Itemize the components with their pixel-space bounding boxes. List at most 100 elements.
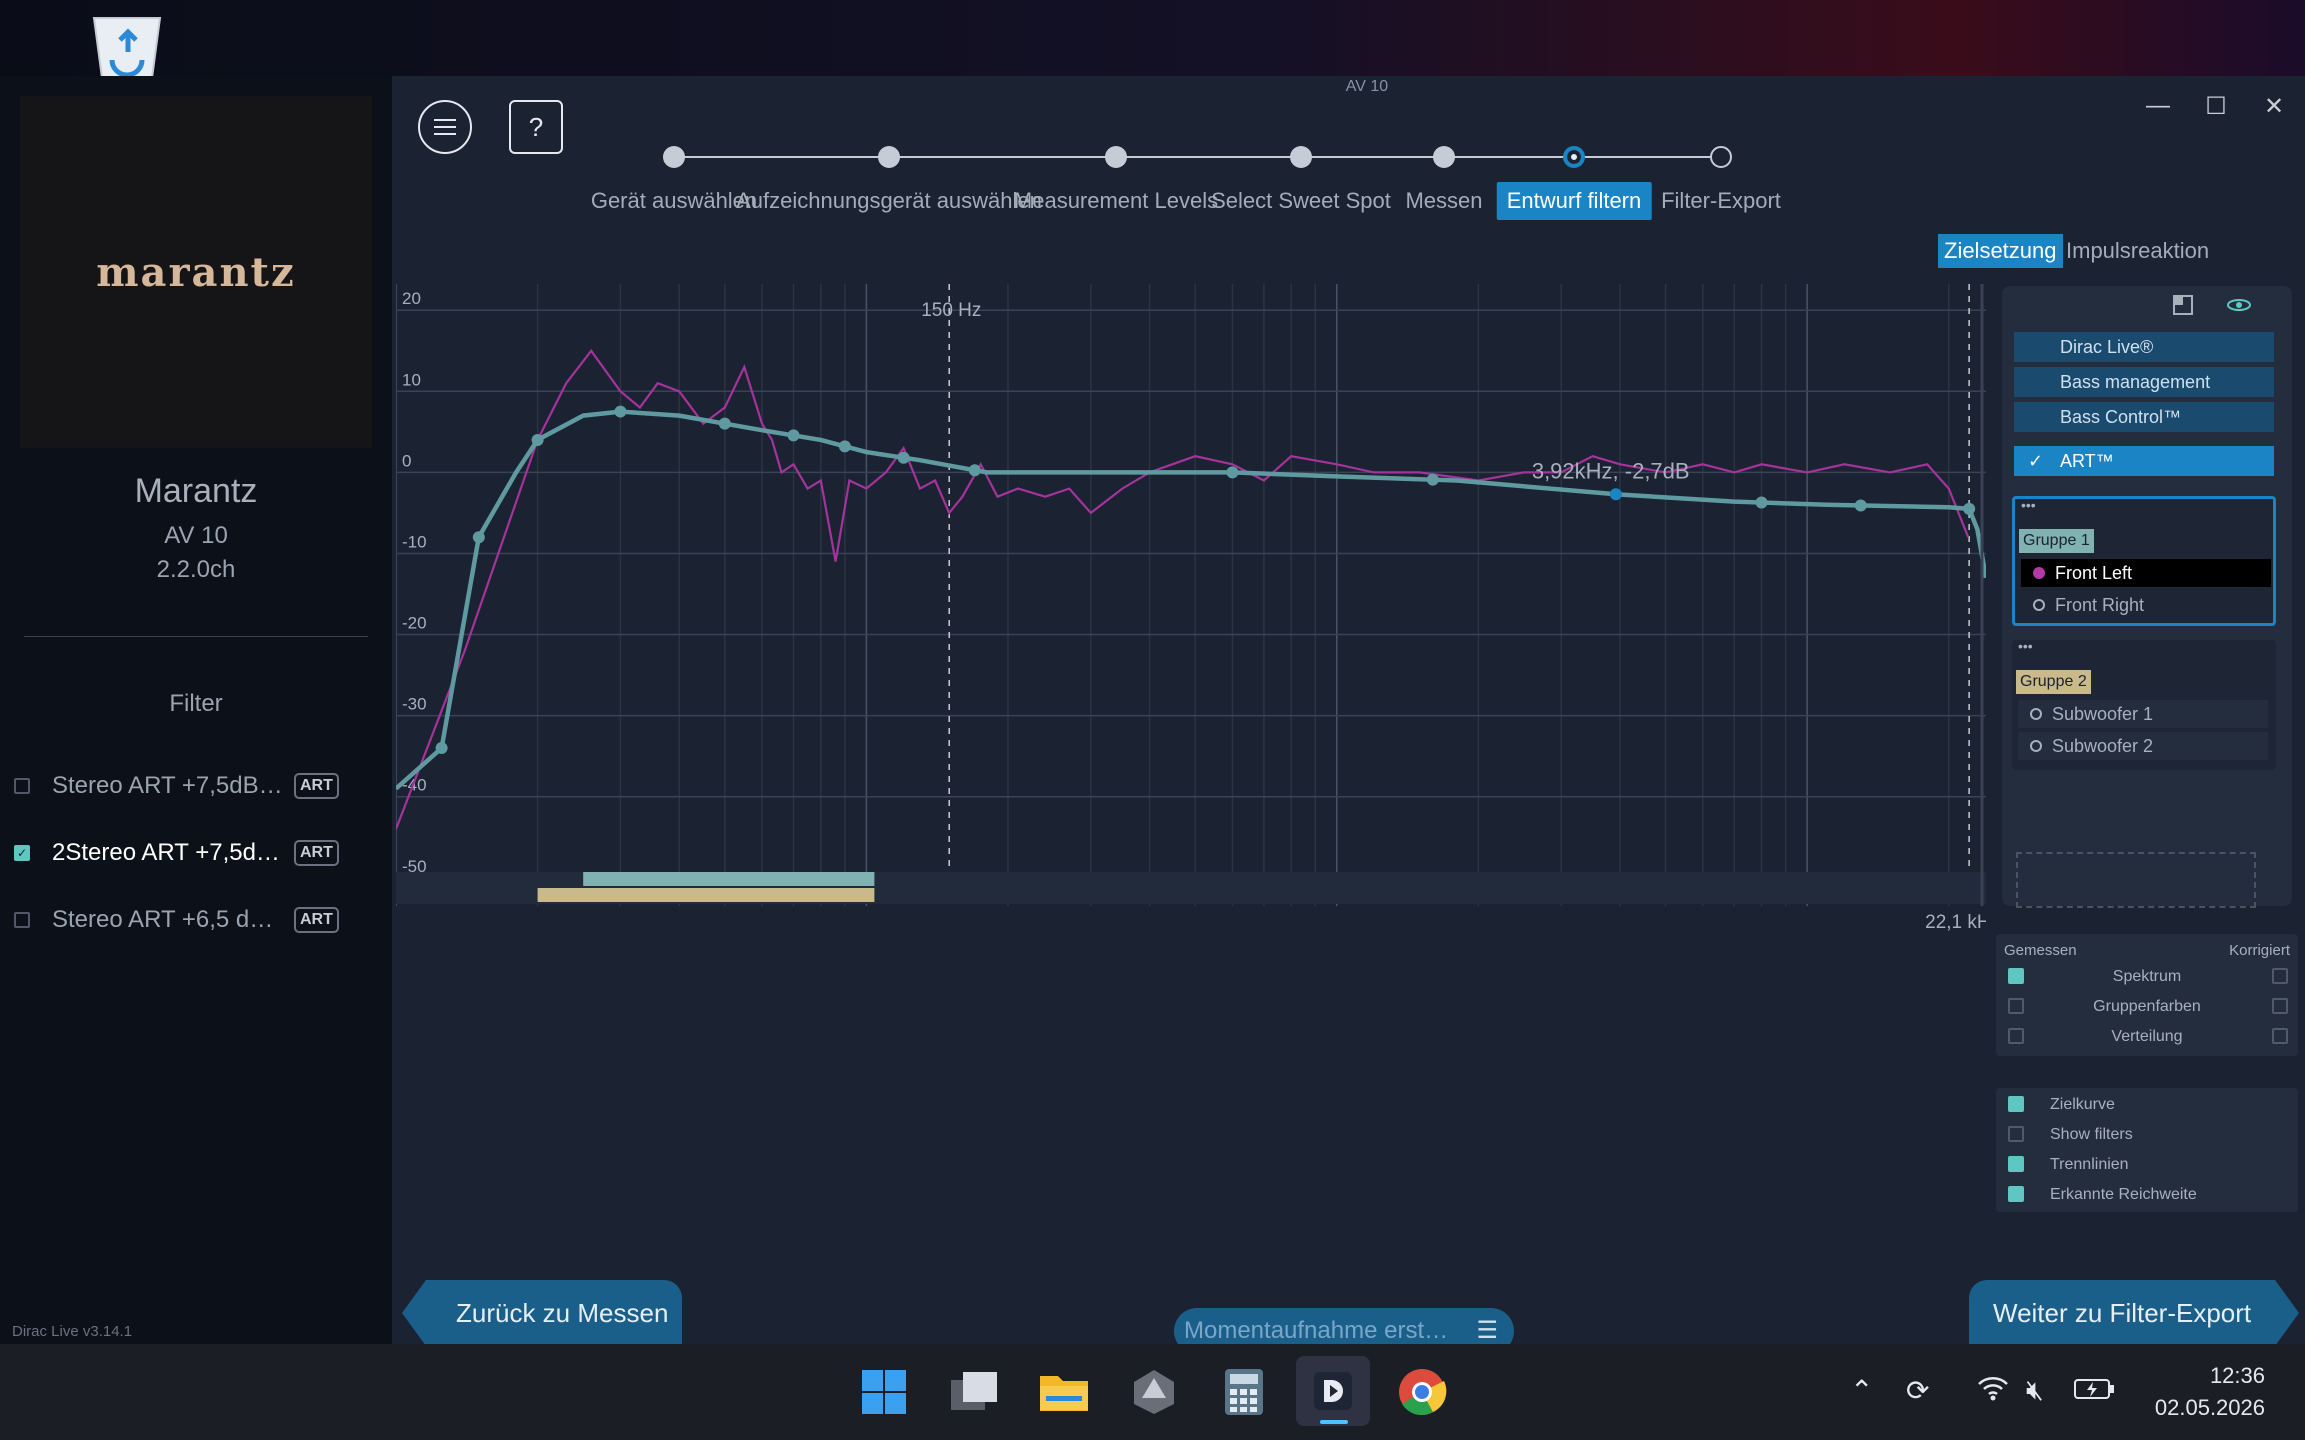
close-icon[interactable]: ✕ (2254, 86, 2294, 126)
step-label[interactable]: Entwurf filtern (1496, 182, 1652, 220)
target-control-point (435, 742, 448, 755)
step-label[interactable]: Filter-Export (1661, 188, 1781, 214)
filter-item-selected[interactable]: ✓ 2Stereo ART +7,5d… ART (14, 833, 344, 873)
recycle-bin-icon[interactable] (82, 6, 172, 80)
speaker-subwoofer-2[interactable]: Subwoofer 2 (2018, 732, 2268, 760)
group-menu-dots[interactable]: ••• (2018, 638, 2033, 654)
dirac-live-button[interactable]: Dirac Live® (2014, 332, 2274, 362)
toggle-erkannte-reichweite[interactable]: Erkannte Reichweite (1996, 1186, 2298, 1210)
list-add-icon[interactable]: ☰ (1476, 1308, 1498, 1344)
device-channels: 2.2.0ch (156, 556, 236, 583)
group-1[interactable]: ••• Gruppe 1 Front Left Front Right (2012, 496, 2276, 626)
clock[interactable]: 12:36 02.05.2026 (2155, 1360, 2265, 1424)
target-control-point (1854, 499, 1867, 512)
option-label: Spektrum (2112, 968, 2182, 985)
filter-label: Stereo ART +6,5 d… (52, 906, 274, 933)
step-dot[interactable] (1105, 146, 1127, 168)
file-explorer-icon[interactable] (1036, 1364, 1092, 1420)
dirac-live-icon[interactable] (1296, 1356, 1370, 1426)
app-logo-icon[interactable] (1126, 1364, 1182, 1420)
eye-icon[interactable] (2226, 294, 2252, 321)
speaker-front-right[interactable]: Front Right (2021, 591, 2271, 619)
toggle-checkbox[interactable] (2008, 1156, 2024, 1172)
snapshot-button[interactable]: Momentaufnahme erst… ☰ (1174, 1308, 1514, 1344)
target-control-point (897, 451, 910, 464)
measured-label: Gemessen (2004, 942, 2077, 959)
sidebar-divider (24, 636, 368, 637)
group-2[interactable]: ••• Gruppe 2 Subwoofer 1 Subwoofer 2 (2012, 638, 2276, 770)
step-dot[interactable] (1710, 146, 1732, 168)
sync-icon[interactable]: ⟳ (1906, 1374, 1929, 1407)
toggle-zielkurve[interactable]: Zielkurve (1996, 1096, 2298, 1120)
target-control-point (1609, 488, 1622, 501)
bass-control-button[interactable]: Bass Control™ (2014, 402, 2274, 432)
group-2-tag: Gruppe 2 (2016, 670, 2091, 694)
option-spektrum[interactable]: Spektrum (1996, 968, 2298, 992)
toggle-checkbox[interactable] (2008, 1186, 2024, 1202)
step-label[interactable]: Messen (1405, 188, 1482, 214)
step-dot[interactable] (663, 146, 685, 168)
layout-icon[interactable] (2172, 294, 2194, 321)
menu-button[interactable] (418, 100, 472, 154)
corrected-label: Korrigiert (2229, 942, 2290, 959)
empty-group-dropzone[interactable] (2016, 852, 2256, 908)
speaker-subwoofer-1[interactable]: Subwoofer 1 (2018, 700, 2268, 728)
tab-zielsetzung[interactable]: Zielsetzung (1938, 234, 2063, 268)
wifi-icon[interactable] (1976, 1374, 2010, 1409)
help-button[interactable]: ? (509, 100, 563, 154)
chrome-icon[interactable] (1394, 1364, 1450, 1420)
speaker-label: Subwoofer 2 (2052, 735, 2154, 756)
range-bar-group-2 (537, 888, 875, 902)
chevron-up-icon[interactable]: ⌃ (1850, 1374, 1873, 1407)
maximize-icon[interactable]: ☐ (2196, 86, 2236, 126)
volume-muted-icon[interactable]: 🔇︎ (2026, 1374, 2044, 1407)
filter-item[interactable]: Stereo ART +6,5 d… ART (14, 900, 344, 940)
option-verteilung[interactable]: Verteilung (1996, 1028, 2298, 1052)
back-button[interactable]: Zurück zu Messen (402, 1280, 682, 1344)
option-gruppenfarben[interactable]: Gruppenfarben (1996, 998, 2298, 1022)
clock-date: 02.05.2026 (2154, 1395, 2265, 1420)
corrected-checkbox[interactable] (2272, 968, 2288, 984)
art-button[interactable]: ✓ ART™ (2014, 446, 2274, 476)
step-dot[interactable] (878, 146, 900, 168)
filter-checkbox[interactable] (14, 778, 30, 794)
minimize-icon[interactable]: — (2138, 86, 2178, 126)
art-button-label: ART™ (2060, 451, 2114, 471)
toggle-label: Zielkurve (2050, 1096, 2115, 1113)
radio-icon (2033, 599, 2045, 611)
window-title: AV 10 (1345, 78, 1389, 95)
y-tick-label: -10 (402, 532, 427, 551)
step-dot[interactable] (1563, 146, 1585, 168)
step-label[interactable]: Gerät auswählen (591, 188, 757, 214)
step-label[interactable]: Select Sweet Spot (1211, 188, 1391, 214)
filter-heading: Filter (169, 690, 223, 717)
tab-impulsreaktion[interactable]: Impulsreaktion (2060, 234, 2215, 268)
speaker-front-left[interactable]: Front Left (2021, 559, 2271, 587)
toggle-show-filters[interactable]: Show filters (1996, 1126, 2298, 1150)
next-button[interactable]: Weiter zu Filter-Export (1969, 1280, 2299, 1344)
corrected-checkbox[interactable] (2272, 998, 2288, 1014)
windows-start-icon[interactable] (856, 1364, 912, 1420)
toggle-trennlinien[interactable]: Trennlinien (1996, 1156, 2298, 1180)
frequency-response-chart[interactable]: 102030401002003001K2K3K4K10K20100-10-20-… (396, 284, 1986, 1284)
task-view-icon[interactable] (946, 1364, 1002, 1420)
target-control-point (472, 531, 485, 544)
corrected-checkbox[interactable] (2272, 1028, 2288, 1044)
step-dot[interactable] (1290, 146, 1312, 168)
toggle-checkbox[interactable] (2008, 1126, 2024, 1142)
step-label[interactable]: Measurement Levels (1014, 188, 1218, 214)
battery-icon[interactable] (2072, 1374, 2116, 1409)
step-label[interactable]: Aufzeichnungsgerät auswählen (736, 188, 1042, 214)
filter-checkbox[interactable] (14, 912, 30, 928)
device-model: AV 10 (164, 522, 228, 549)
step-dot[interactable] (1433, 146, 1455, 168)
filter-checkbox[interactable]: ✓ (14, 845, 30, 861)
target-control-point (838, 440, 851, 453)
target-control-point (968, 464, 981, 477)
group-menu-dots[interactable]: ••• (2021, 497, 2036, 513)
y-tick-label: 10 (402, 370, 421, 389)
calculator-icon[interactable] (1216, 1364, 1272, 1420)
toggle-checkbox[interactable] (2008, 1096, 2024, 1112)
filter-item[interactable]: Stereo ART +7,5dB… ART (14, 766, 344, 806)
bass-management-button[interactable]: Bass management (2014, 367, 2274, 397)
